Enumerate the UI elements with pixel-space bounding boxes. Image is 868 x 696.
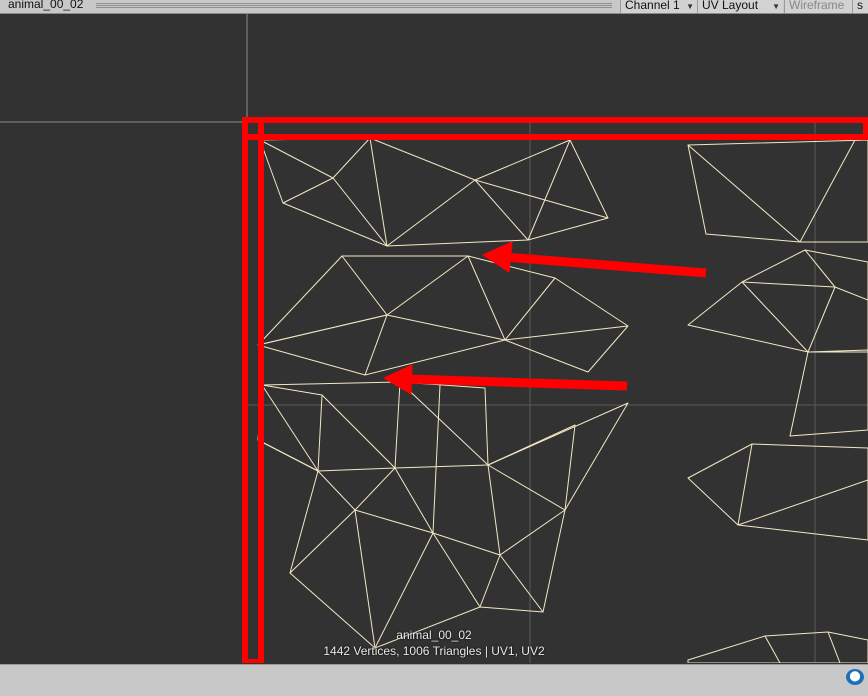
- uv-layout-dropdown[interactable]: UV Layout ▼: [697, 0, 783, 13]
- chevron-down-icon: ▼: [772, 2, 780, 11]
- uv-edge: [259, 139, 334, 204]
- uv-edge: [257, 439, 319, 472]
- status-bar: ⬤: [0, 664, 868, 696]
- wireframe-label: Wireframe: [789, 0, 845, 12]
- uv-edge: [499, 554, 544, 613]
- uv-toolbar: animal_00_02 Channel 1 ▼ UV Layout ▼ Wir…: [0, 0, 868, 14]
- wireframe-button[interactable]: Wireframe: [784, 0, 852, 13]
- channel-dropdown-label: Channel 1: [625, 0, 680, 12]
- chevron-down-icon: ▼: [686, 2, 694, 11]
- overflow-label: s: [857, 0, 863, 12]
- uv-island: [687, 139, 868, 243]
- uv-edge: [687, 139, 856, 243]
- uv-edge: [257, 255, 388, 346]
- uv-edge: [504, 325, 629, 341]
- toolbar-drag-handle[interactable]: [96, 2, 612, 9]
- overflow-button[interactable]: s: [852, 0, 868, 13]
- uv-edge: [432, 384, 441, 534]
- mesh-name-overlay: animal_00_02: [396, 628, 472, 642]
- arrow-head-icon: [481, 241, 513, 273]
- uv-edge: [487, 424, 576, 511]
- uv-edge: [804, 249, 868, 301]
- uv-island: [687, 443, 868, 541]
- uv-edge: [487, 464, 566, 556]
- annotation-arrow-upper: [504, 252, 707, 278]
- highlight-box-left-edge: [242, 117, 264, 663]
- uv-layout-dropdown-label: UV Layout: [702, 0, 759, 12]
- annotation-arrows: [382, 241, 707, 395]
- uv-viewport[interactable]: animal_00_02 1442 Vertices, 1006 Triangl…: [0, 14, 868, 663]
- uv-canvas: [0, 14, 868, 663]
- tag-icon[interactable]: ⬤: [846, 669, 864, 685]
- uv-edge: [741, 281, 836, 353]
- mesh-title: animal_00_02: [8, 0, 84, 11]
- uv-edge: [257, 314, 388, 346]
- highlight-box-top-edge: [242, 117, 868, 140]
- channel-dropdown[interactable]: Channel 1 ▼: [620, 0, 697, 13]
- uv-edge: [737, 443, 868, 526]
- uv-island: [687, 249, 868, 353]
- uv-wireframe: [257, 137, 868, 663]
- uv-grid: [0, 14, 868, 663]
- mesh-stats-overlay: 1442 Vertices, 1006 Triangles | UV1, UV2: [323, 644, 545, 658]
- annotation-overlay: [242, 117, 868, 663]
- uv-edge: [474, 179, 609, 219]
- uv-edge: [317, 381, 489, 472]
- uv-island: [259, 137, 609, 247]
- uv-island: [789, 349, 868, 437]
- uv-edge: [332, 137, 388, 247]
